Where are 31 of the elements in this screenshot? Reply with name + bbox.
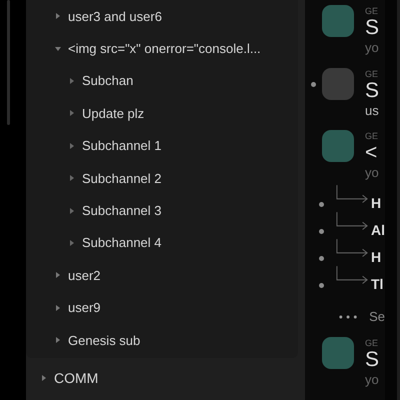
tree-item[interactable]: user3 and user6 — [26, 0, 298, 32]
channel-name: GE — [365, 68, 380, 80]
reply-text[interactable]: H — [371, 194, 382, 210]
message-snippet: us — [365, 102, 380, 118]
tree-item[interactable]: Update plz — [26, 97, 298, 130]
message-title[interactable]: < — [365, 142, 385, 164]
section-header[interactable]: COMM — [26, 358, 305, 398]
tree-item[interactable]: user2 — [26, 259, 298, 292]
tree-item[interactable]: Subchannel 4 — [26, 226, 298, 260]
message-snippet: yo — [365, 164, 380, 181]
tree-item[interactable]: Subchannel 3 — [26, 194, 298, 227]
message-title[interactable]: S — [365, 348, 385, 370]
tree-item[interactable]: user9 — [26, 292, 298, 324]
channel-name: GE — [365, 5, 380, 17]
tree-item[interactable]: Subchan — [26, 64, 298, 98]
channel-name: GE — [365, 336, 380, 348]
reply-text[interactable]: Tl — [371, 276, 384, 292]
message-title[interactable]: S — [365, 17, 385, 39]
message-snippet: yo — [365, 39, 380, 56]
tree-item[interactable]: Subchannel 2 — [26, 162, 298, 194]
tree-item[interactable]: Subchannel 1 — [26, 130, 298, 162]
message-title[interactable]: S — [365, 80, 385, 102]
scrollbar-thumb[interactable] — [7, 0, 10, 125]
reply-text[interactable]: H — [371, 248, 382, 264]
reply-text[interactable]: Al — [371, 222, 385, 238]
more-text[interactable]: Se — [369, 309, 385, 324]
tree-item[interactable]: <img src="x" onerror="console.l... — [26, 32, 298, 65]
message-snippet: yo — [365, 370, 380, 388]
tree-item[interactable]: Genesis sub — [26, 324, 298, 356]
more-icon[interactable] — [339, 314, 358, 318]
channel-name: GE — [365, 130, 380, 142]
